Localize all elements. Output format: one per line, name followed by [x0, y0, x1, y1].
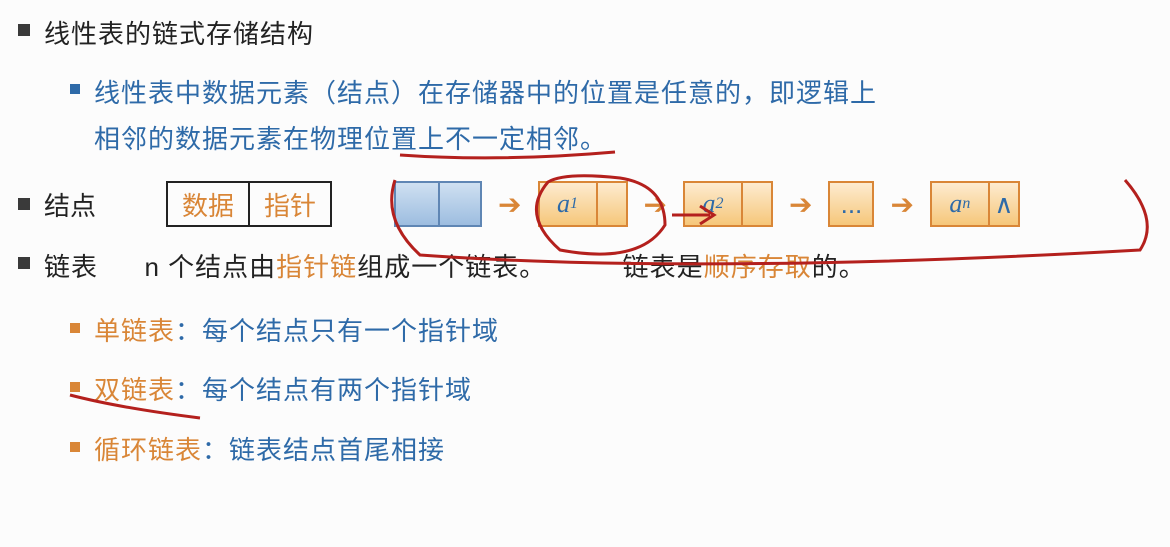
bullet-icon — [70, 382, 80, 392]
single-linked-row: 单链表：每个结点只有一个指针域 — [70, 309, 1152, 355]
node-diagram: 结点 数据 指针 ➔ a1 ➔ a2 ➔ ... ➔ an ∧ — [44, 181, 1020, 227]
bullet-icon — [70, 84, 80, 94]
definition-row: 线性表中数据元素（结点）在存储器中的位置是任意的，即逻辑上 相邻的数据元素在物理… — [70, 70, 1152, 164]
node-an-value: an — [932, 183, 988, 225]
double-linked-text: 双链表：每个结点有两个指针域 — [94, 368, 472, 414]
arrow-icon: ➔ — [890, 188, 913, 221]
double-linked-row: 双链表：每个结点有两个指针域 — [70, 368, 1152, 414]
node-box-labels: 数据 指针 — [166, 181, 332, 227]
bullet-icon — [18, 198, 30, 210]
arrow-icon: ➔ — [498, 188, 521, 221]
heading-row: 线性表的链式存储结构 — [18, 12, 1152, 58]
node-a2-ptr — [741, 183, 771, 225]
bullet-icon — [18, 257, 30, 269]
definition-text: 线性表中数据元素（结点）在存储器中的位置是任意的，即逻辑上 相邻的数据元素在物理… — [94, 70, 877, 164]
definition-line1: 线性表中数据元素（结点）在存储器中的位置是任意的，即逻辑上 — [94, 78, 877, 108]
ll-label: 链表 — [44, 252, 98, 282]
box-ptr-label: 指针 — [248, 183, 330, 225]
node-a2: a2 — [683, 181, 773, 227]
heading-text: 线性表的链式存储结构 — [44, 12, 314, 58]
head-ptr-cell — [438, 183, 480, 225]
node-ellipsis: ... — [828, 181, 874, 227]
node-an: an ∧ — [930, 181, 1020, 227]
node-a1-ptr — [596, 183, 626, 225]
linkedlist-text: 链表 n 个结点由指针链组成一个链表。 链表是顺序存取的。 — [44, 245, 866, 291]
head-node-box — [394, 181, 482, 227]
bullet-icon — [18, 24, 30, 36]
node-a1-value: a1 — [540, 183, 596, 225]
node-row: 结点 数据 指针 ➔ a1 ➔ a2 ➔ ... ➔ an ∧ — [18, 181, 1152, 227]
node-label: 结点 — [44, 186, 96, 223]
head-data-cell — [396, 183, 438, 225]
node-a2-value: a2 — [685, 183, 741, 225]
definition-line2: 相邻的数据元素在物理位置上不一定相邻。 — [94, 124, 607, 154]
circular-linked-text: 循环链表：链表结点首尾相接 — [94, 428, 445, 474]
arrow-icon: ➔ — [644, 188, 667, 221]
single-linked-text: 单链表：每个结点只有一个指针域 — [94, 309, 499, 355]
linkedlist-row: 链表 n 个结点由指针链组成一个链表。 链表是顺序存取的。 — [18, 245, 1152, 291]
circular-linked-row: 循环链表：链表结点首尾相接 — [70, 428, 1152, 474]
box-data-label: 数据 — [168, 183, 248, 225]
bullet-icon — [70, 323, 80, 333]
arrow-icon: ➔ — [789, 188, 812, 221]
bullet-icon — [70, 442, 80, 452]
node-an-end: ∧ — [988, 183, 1018, 225]
node-a1: a1 — [538, 181, 628, 227]
